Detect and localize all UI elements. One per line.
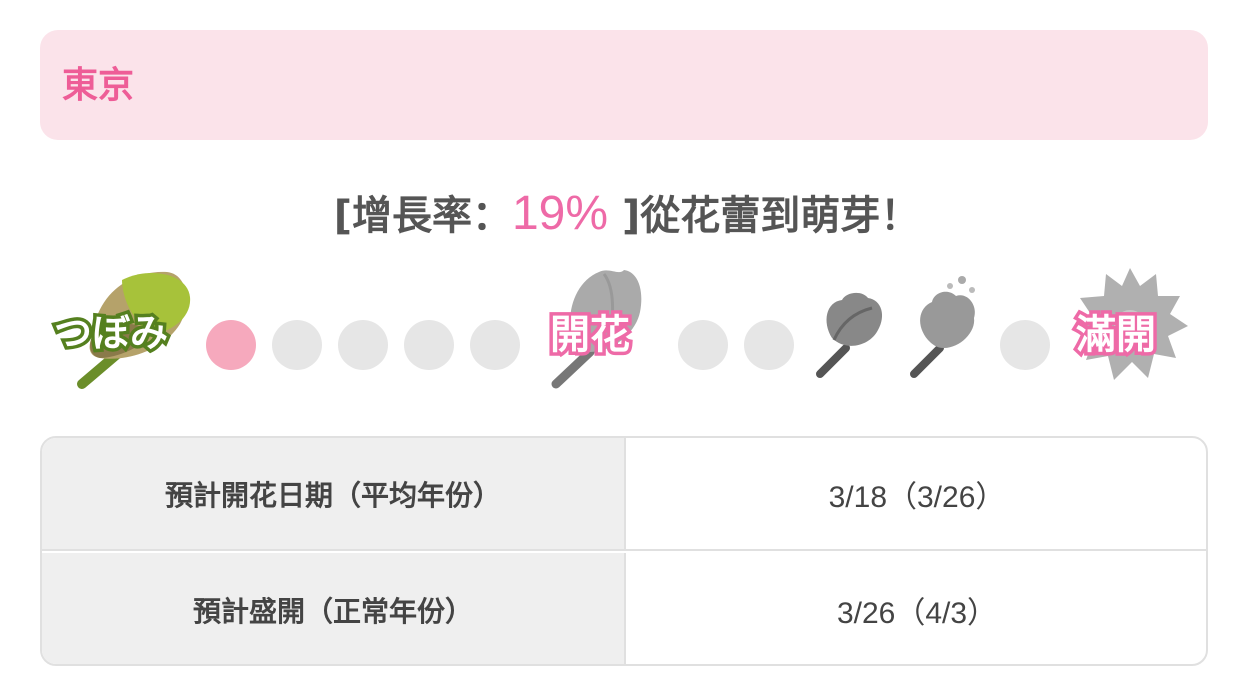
progress-dot-1 bbox=[206, 320, 256, 370]
forecast-full-bloom-label: 預計盛開（正常年份） bbox=[42, 553, 626, 664]
forecast-bloom-date-value: 3/18（3/26） bbox=[828, 480, 1006, 514]
growth-status-headline: [增長率：19% ]從花蕾到萌芽！ bbox=[0, 184, 1254, 246]
forecast-full-bloom-value: 3/26（4/3） bbox=[836, 596, 998, 630]
progress-dot-3 bbox=[338, 320, 388, 370]
forecast-bloom-date-label: 預計開花日期（平均年份） bbox=[42, 438, 626, 549]
city-name: 東京 bbox=[62, 65, 135, 106]
near-full-bloom-stage bbox=[904, 262, 984, 392]
bud-stage: つぼみ bbox=[50, 262, 202, 392]
full-bloom-label: 滿開 bbox=[1073, 309, 1160, 362]
growth-rate: 19% bbox=[511, 187, 609, 240]
table-row: 預計盛開（正常年份） 3/26（4/3） bbox=[42, 553, 1206, 664]
bloom-progress-track: つぼみ 開花 滿開 bbox=[0, 262, 1254, 402]
progress-dot-7 bbox=[744, 320, 794, 370]
progress-dot-6 bbox=[678, 320, 728, 370]
table-row: 預計開花日期（平均年份） 3/18（3/26） bbox=[42, 438, 1206, 551]
tulip-flower-icon bbox=[816, 292, 883, 378]
progress-dot-8 bbox=[1000, 320, 1050, 370]
bloom-label: 開花 bbox=[547, 309, 634, 362]
progress-dot-2 bbox=[272, 320, 322, 370]
city-header: 東京 bbox=[40, 30, 1208, 140]
flower-scatter-icon bbox=[910, 276, 975, 378]
status-suffix: ]從花蕾到萌芽！ bbox=[608, 193, 921, 239]
bud-label: つぼみ bbox=[50, 308, 171, 359]
progress-dot-4 bbox=[404, 320, 454, 370]
bloom-stage: 開花 bbox=[544, 262, 654, 392]
partial-bloom-stage bbox=[812, 262, 888, 392]
forecast-table: 預計開花日期（平均年份） 3/18（3/26） 預計盛開（正常年份） 3/26（… bbox=[40, 436, 1208, 666]
full-bloom-stage: 滿開 bbox=[1068, 262, 1192, 392]
status-prefix: [增長率： bbox=[333, 193, 512, 239]
progress-dot-5 bbox=[470, 320, 520, 370]
